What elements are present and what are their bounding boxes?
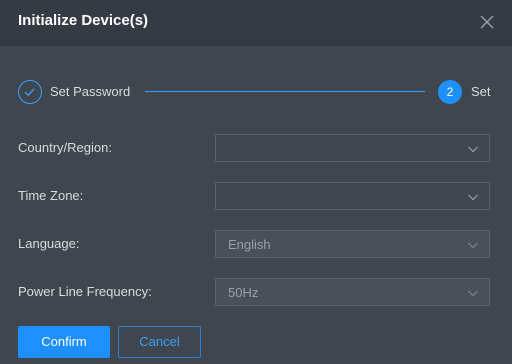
cancel-button[interactable]: Cancel — [118, 326, 201, 358]
chevron-down-icon — [468, 290, 478, 297]
step-label-set: Set — [471, 84, 491, 99]
language-label: Language: — [18, 236, 80, 251]
dialog-titlebar: Initialize Device(s) — [0, 0, 512, 46]
language-value: English — [228, 237, 271, 252]
time-zone-row: Time Zone: — [18, 182, 490, 210]
chevron-down-icon — [468, 242, 478, 249]
language-select: English — [215, 230, 490, 258]
step-active-indicator: 2 — [438, 80, 462, 104]
time-zone-label: Time Zone: — [18, 188, 84, 203]
step-label-set-password: Set Password — [50, 84, 131, 99]
initialize-device-dialog: Initialize Device(s) Set Password 2 Set … — [0, 0, 512, 364]
power-line-frequency-value: 50Hz — [228, 285, 259, 300]
check-icon — [24, 88, 35, 97]
step-connector-line — [145, 91, 425, 92]
wizard-stepper: Set Password 2 Set — [18, 80, 512, 104]
confirm-button[interactable]: Confirm — [18, 326, 110, 358]
country-region-label: Country/Region: — [18, 140, 112, 155]
step-completed-indicator — [18, 80, 42, 104]
close-icon[interactable] — [478, 13, 496, 31]
power-line-frequency-select: 50Hz — [215, 278, 490, 306]
country-region-select[interactable] — [215, 134, 490, 162]
chevron-down-icon — [468, 146, 478, 153]
dialog-title: Initialize Device(s) — [18, 12, 149, 29]
language-row: Language: English — [18, 230, 490, 258]
power-line-frequency-label: Power Line Frequency: — [18, 284, 152, 299]
power-line-frequency-row: Power Line Frequency: 50Hz — [18, 278, 490, 306]
chevron-down-icon — [468, 194, 478, 201]
country-region-row: Country/Region: — [18, 134, 490, 162]
time-zone-select[interactable] — [215, 182, 490, 210]
